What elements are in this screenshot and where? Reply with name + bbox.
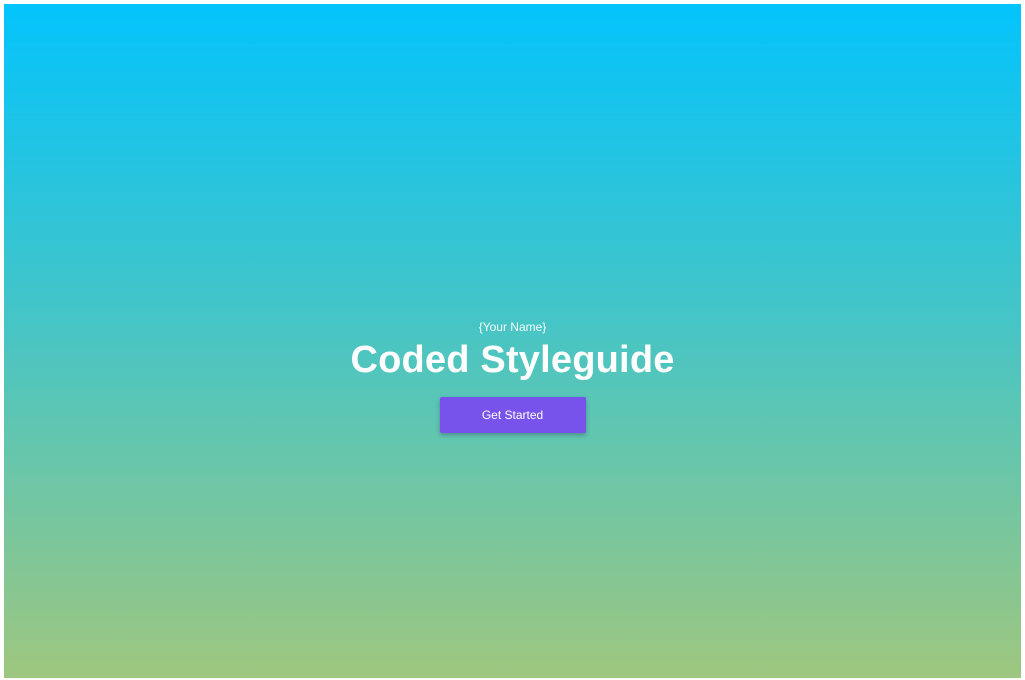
page-title: Coded Styleguide [350,339,675,381]
author-name: {Your Name} [478,320,547,334]
hero-background: {Your Name} Coded Styleguide Get Started [4,4,1021,678]
get-started-button[interactable]: Get Started [439,397,586,433]
hero-section: {Your Name} Coded Styleguide Get Started [4,320,1021,433]
